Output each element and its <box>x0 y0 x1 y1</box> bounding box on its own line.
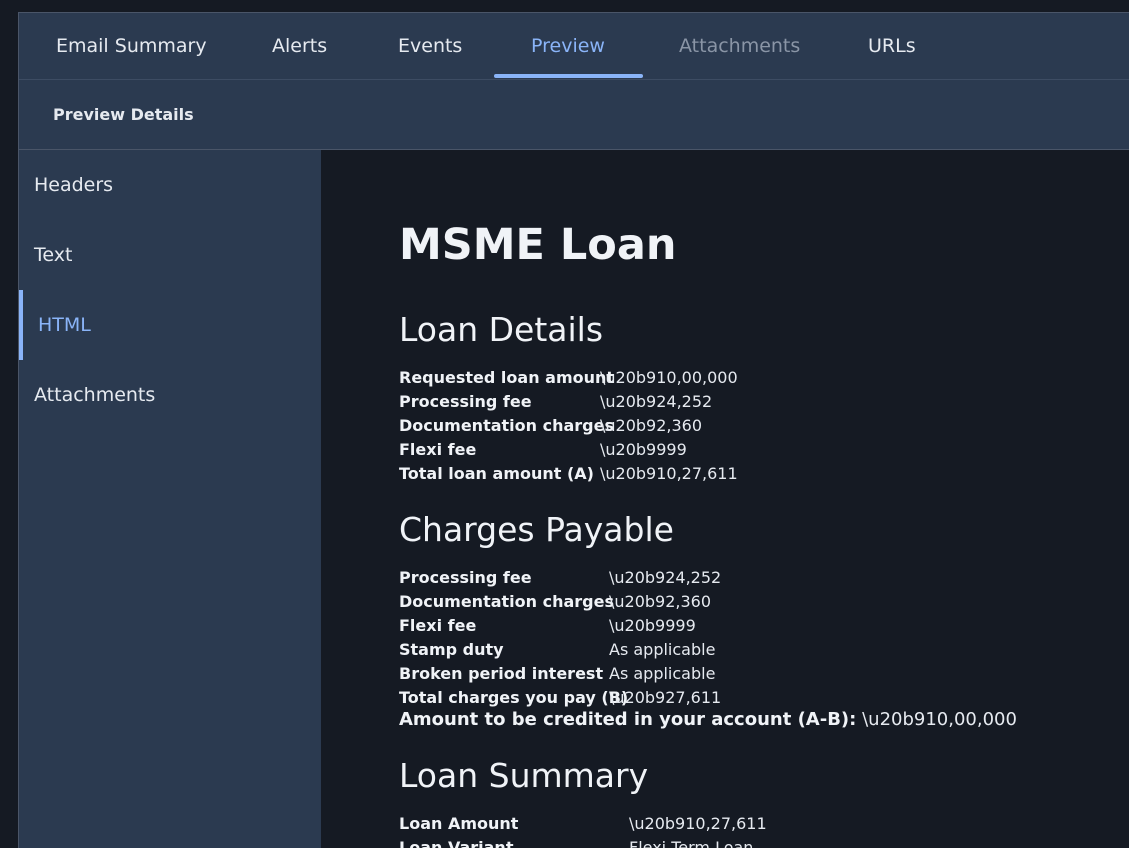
tab-events[interactable]: Events <box>398 13 462 79</box>
tab-attachments[interactable]: Attachments <box>679 13 800 79</box>
loan-summary-heading: Loan Summary <box>399 756 649 795</box>
row-label: Total charges you pay (B) <box>399 688 629 707</box>
tab-urls[interactable]: URLs <box>868 13 916 79</box>
row-value: \u20b927,611 <box>609 688 722 707</box>
sidebar-item-html[interactable]: HTML <box>19 290 321 360</box>
row-label: Documentation charges <box>399 592 614 611</box>
row-value: \u20b924,252 <box>600 392 713 411</box>
row-label: Flexi fee <box>399 616 477 635</box>
row-value: \u20b9999 <box>600 440 687 459</box>
row-label: Loan Amount <box>399 814 519 833</box>
row-label: Loan Variant <box>399 838 514 848</box>
row-label: Documentation charges <box>399 416 614 435</box>
row-label: Processing fee <box>399 568 532 587</box>
row-label: Requested loan amount <box>399 368 615 387</box>
row-value: Flexi Term Loan <box>629 838 754 848</box>
tab-alerts[interactable]: Alerts <box>272 13 327 79</box>
row-value: \u20b910,27,611 <box>600 464 738 483</box>
preview-sidebar: Headers Text HTML Attachments <box>19 150 321 848</box>
row-label: Processing fee <box>399 392 532 411</box>
sidebar-item-headers[interactable]: Headers <box>19 150 321 220</box>
email-viewer-panel: Email Summary Alerts Events Preview Atta… <box>18 12 1129 848</box>
tab-email-summary[interactable]: Email Summary <box>56 13 207 79</box>
sidebar-item-text[interactable]: Text <box>19 220 321 290</box>
sidebar-item-attachments[interactable]: Attachments <box>19 360 321 430</box>
active-item-indicator <box>19 290 23 360</box>
preview-details-title: Preview Details <box>53 105 194 124</box>
row-value: \u20b92,360 <box>600 416 703 435</box>
row-label: Stamp duty <box>399 640 504 659</box>
row-value: \u20b910,27,611 <box>629 814 767 833</box>
row-label: Broken period interest <box>399 664 604 683</box>
tab-bar: Email Summary Alerts Events Preview Atta… <box>19 13 1129 80</box>
charges-payable-heading: Charges Payable <box>399 510 674 549</box>
row-label: Flexi fee <box>399 440 477 459</box>
sidebar-item-label: Attachments <box>34 384 156 406</box>
sidebar-item-label: Text <box>34 244 73 266</box>
row-value: \u20b910,00,000 <box>600 368 738 387</box>
row-value: \u20b9999 <box>609 616 696 635</box>
row-value: \u20b924,252 <box>609 568 722 587</box>
credited-amount-line: Amount to be credited in your account (A… <box>399 709 1017 730</box>
sidebar-item-label: HTML <box>38 314 91 336</box>
credited-amount-label: Amount to be credited in your account (A… <box>399 709 857 730</box>
row-value: As applicable <box>609 664 716 683</box>
preview-details-header: Preview Details <box>19 80 1129 150</box>
loan-details-heading: Loan Details <box>399 310 604 349</box>
row-value: As applicable <box>609 640 716 659</box>
row-value: \u20b92,360 <box>609 592 712 611</box>
sidebar-item-label: Headers <box>34 174 114 196</box>
email-title: MSME Loan <box>399 220 677 270</box>
credited-amount-value: \u20b910,00,000 <box>862 709 1017 730</box>
active-tab-indicator <box>494 74 643 78</box>
tab-preview[interactable]: Preview <box>531 13 605 79</box>
html-preview-pane: MSME Loan Loan Details Requested loan am… <box>321 150 1129 848</box>
row-label: Total loan amount (A) <box>399 464 594 483</box>
